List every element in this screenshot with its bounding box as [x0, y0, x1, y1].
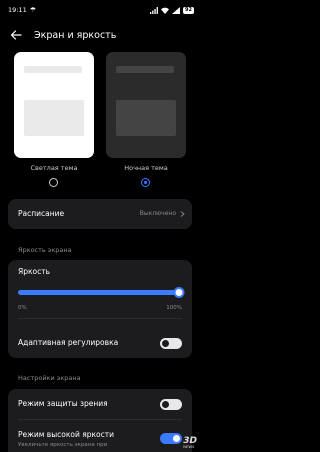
eye-protection-label: Режим защиты зрения: [18, 399, 108, 408]
brightness-label: Яркость: [18, 267, 51, 276]
dark-theme-radio[interactable]: [141, 178, 150, 187]
preview-bar: [24, 66, 82, 73]
back-arrow-icon[interactable]: [10, 29, 22, 41]
signal-icon: [150, 6, 158, 14]
dark-theme-label: Ночная тема: [124, 164, 168, 172]
brightness-slider[interactable]: [18, 287, 185, 298]
light-theme-label: Светлая тема: [30, 164, 78, 172]
display-section-title: Настройки экрана: [18, 374, 81, 382]
brightness-card: Яркость 0% 100% Адаптивная регулировка: [8, 260, 192, 358]
chevron-right-icon: [180, 211, 185, 217]
preview-bar: [116, 66, 174, 73]
divider: [18, 419, 182, 420]
status-time: 19:11: [8, 6, 27, 14]
wifi-icon: [161, 7, 170, 14]
divider: [18, 318, 182, 319]
high-brightness-label: Режим высокой яркости: [18, 430, 114, 439]
signal-icon-2: [172, 6, 181, 14]
umbrella-icon: ☂: [29, 6, 37, 14]
adaptive-brightness-toggle[interactable]: [160, 338, 182, 349]
schedule-value: Выключено: [139, 210, 176, 217]
dark-theme-preview[interactable]: [106, 52, 186, 158]
battery-indicator: 92: [183, 6, 194, 14]
slider-max-label: 100%: [166, 305, 182, 311]
brightness-slider-fill: [18, 290, 179, 295]
watermark-sub: NEWS: [183, 445, 195, 449]
status-bar: 19:11 ☂ 92: [0, 0, 200, 20]
watermark-logo: 3D NEWS: [183, 436, 197, 449]
high-brightness-subtext: Увеличьте яркость экрана при: [18, 442, 108, 448]
light-theme-radio[interactable]: [49, 178, 58, 187]
display-settings-card: Режим защиты зрения Режим высокой яркост…: [8, 389, 192, 452]
light-theme-preview[interactable]: [14, 52, 94, 158]
adaptive-brightness-label: Адаптивная регулировка: [18, 338, 119, 347]
page-title: Экран и яркость: [34, 29, 117, 41]
eye-protection-toggle[interactable]: [160, 399, 182, 410]
preview-block: [24, 100, 84, 136]
schedule-label: Расписание: [18, 209, 65, 218]
high-brightness-toggle[interactable]: [160, 433, 182, 444]
brightness-section-title: Яркость экрана: [18, 246, 72, 254]
display-settings-screen: 19:11 ☂ 92 Экран и яркость Светлая тема …: [0, 0, 200, 452]
status-icons: 92: [150, 6, 194, 14]
slider-min-label: 0%: [18, 305, 27, 311]
brightness-slider-thumb[interactable]: [173, 287, 185, 298]
schedule-row[interactable]: Расписание Выключено: [8, 199, 192, 229]
page-header: Экран и яркость: [0, 25, 200, 45]
preview-block: [116, 100, 176, 136]
